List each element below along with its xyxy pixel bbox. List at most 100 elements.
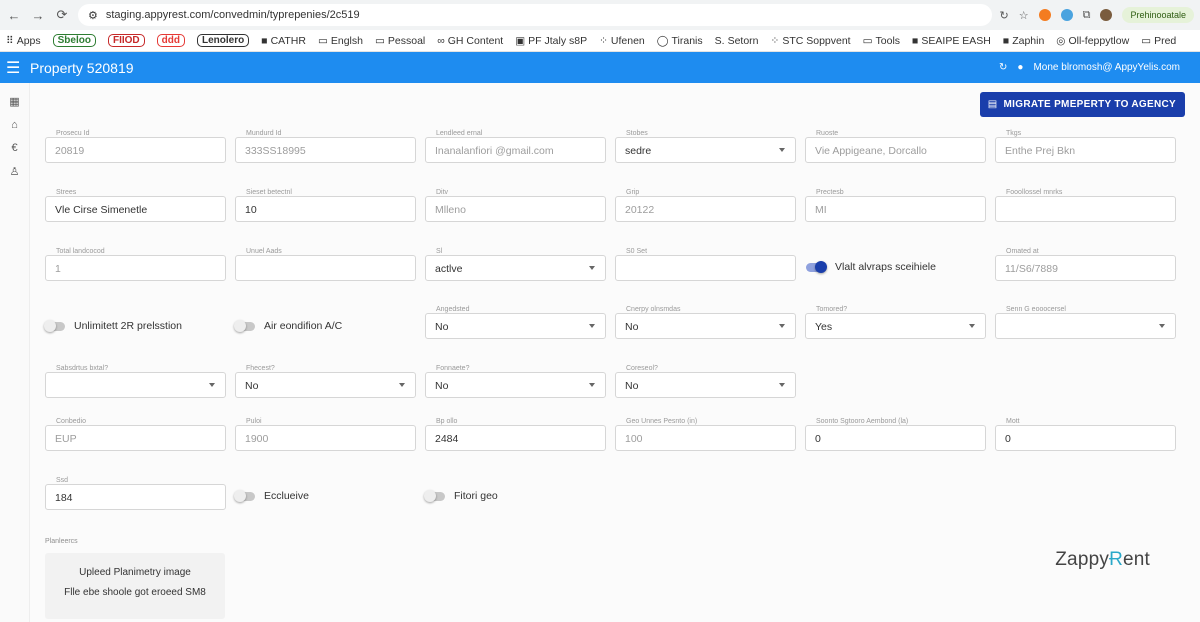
text-field[interactable]: Ditv Mlleno <box>425 189 606 222</box>
text-field[interactable]: Total landcocod 1 <box>45 248 226 281</box>
bookmark-item[interactable]: ▭ Pred <box>1141 35 1176 47</box>
bookmark-item[interactable]: Lenolero <box>196 34 250 47</box>
toggle-label: Unlimitett 2R prelsstion <box>74 320 182 332</box>
side-rail: ▦ ⌂ € ♙ <box>0 83 30 622</box>
toggle-switch[interactable]: Fitori geo <box>424 489 498 502</box>
refresh-icon[interactable]: ↻ <box>1000 9 1009 22</box>
bookmark-item[interactable]: ⠿ Apps <box>6 35 41 47</box>
puzzle-icon[interactable]: ⧉ <box>1083 9 1091 22</box>
text-field[interactable]: Tkgs Enthe Prej Bkn <box>995 130 1176 163</box>
bookmark-item[interactable]: ▭ Tools <box>863 35 900 47</box>
toggle-switch[interactable]: Ecclueive <box>234 489 309 502</box>
text-field[interactable]: Grip 20122 <box>615 189 796 222</box>
select-field[interactable]: Sabsdrtus bxtal? <box>45 365 226 398</box>
select-field[interactable]: Fonnaete? No <box>425 365 606 398</box>
select-field[interactable]: Cnerpy olnsmdas No <box>615 306 796 339</box>
extension-icon[interactable] <box>1060 9 1073 21</box>
toggle-label: Air eondifion A/C <box>264 320 343 332</box>
address-bar[interactable]: ⚙ staging.appyrest.com/convedmin/typrepe… <box>78 4 992 26</box>
star-icon[interactable]: ☆ <box>1019 9 1029 22</box>
bookmark-item[interactable]: Sbeloo <box>52 34 96 47</box>
text-field[interactable]: Strees Vle Cirse Simenetle <box>45 189 226 222</box>
bookmark-item[interactable]: ■ CATHR <box>261 35 306 47</box>
toggle-track[interactable] <box>44 319 65 332</box>
bookmark-label: SEAIPE EASH <box>921 34 991 47</box>
toggle-track[interactable] <box>234 489 255 502</box>
planimetry-upload[interactable]: Upleed Planimetry image Flle ebe shoole … <box>45 553 225 619</box>
text-field[interactable]: Sieset betectnl 10 <box>235 189 416 222</box>
toggle-switch[interactable]: Air eondifion A/C <box>234 319 343 332</box>
bookmark-label: Tiranis <box>671 34 703 47</box>
text-field[interactable]: Prectesb MI <box>805 189 986 222</box>
reload-icon[interactable]: ⟳ <box>54 7 70 23</box>
field-label: Ssd <box>54 477 71 484</box>
select-field[interactable]: Coreseol? No <box>615 365 796 398</box>
forward-icon[interactable]: → <box>30 8 46 23</box>
text-field[interactable]: Geo Unnes Pesnto (in) 100 <box>615 418 796 451</box>
calendar-icon[interactable]: ▦ <box>9 95 19 108</box>
home-icon[interactable]: ⌂ <box>11 119 18 131</box>
back-icon[interactable]: ← <box>6 8 22 23</box>
text-field[interactable]: Mundurd Id 333SS18995 <box>235 130 416 163</box>
text-field[interactable]: Puloi 1900 <box>235 418 416 451</box>
text-field[interactable]: Mott 0 <box>995 418 1176 451</box>
extension-icon[interactable] <box>1038 9 1051 21</box>
text-field[interactable]: Soonto Sgtooro Aembond (la) 0 <box>805 418 986 451</box>
field-label: Unuel Aads <box>244 248 284 255</box>
text-field[interactable]: Prosecu Id 20819 <box>45 130 226 163</box>
bookmark-item[interactable]: ∞ GH Content <box>437 35 503 47</box>
bookmark-item[interactable]: ■ Zaphin <box>1003 35 1044 47</box>
euro-icon[interactable]: € <box>11 142 17 154</box>
text-field[interactable]: Conbedio EUP <box>45 418 226 451</box>
text-field[interactable]: Bp ollo 2484 <box>425 418 606 451</box>
field-value: 1 <box>55 263 61 275</box>
field-value: MI <box>815 204 827 216</box>
site-info-icon[interactable]: ⚙ <box>88 9 98 22</box>
menu-icon[interactable]: ☰ <box>6 58 28 78</box>
bookmark-item[interactable]: ⁘ STC Soppvent <box>771 35 851 47</box>
bookmark-item[interactable]: ■ SEAIPE EASH <box>912 35 991 47</box>
bookmark-item[interactable]: ▭ Englsh <box>318 35 363 47</box>
profile-chip[interactable]: Prehinooatale <box>1122 7 1194 23</box>
select-field[interactable]: Tomored? Yes <box>805 306 986 339</box>
toggle-switch[interactable]: Vlalt alvraps sceihiele <box>806 260 936 273</box>
bookmark-item[interactable]: ◯ Tiranis <box>657 35 703 47</box>
user-email[interactable]: Mone blromosh@ AppyYelis.com <box>1033 62 1180 73</box>
select-field[interactable]: Sl actlve <box>425 248 606 281</box>
toggle-track[interactable] <box>424 489 445 502</box>
refresh-icon[interactable]: ↻ <box>999 62 1007 73</box>
text-field[interactable]: Ruoste Vie Appigeane, Dorcallo <box>805 130 986 163</box>
toggle-switch[interactable]: Unlimitett 2R prelsstion <box>44 319 182 332</box>
field-value: 20122 <box>625 204 655 216</box>
bookmark-item[interactable]: S. Setorn <box>715 35 759 47</box>
select-field[interactable]: Stobes sedre <box>615 130 796 163</box>
text-field[interactable]: Fooollossel mnrks <box>995 189 1176 222</box>
bookmark-item[interactable]: ⁘ Ufenen <box>599 35 645 47</box>
bookmark-item[interactable]: ▣ PF Jtaly s8P <box>515 35 587 47</box>
migrate-to-agency-button[interactable]: ▤ MIGRATE PMEPERTY TO AGENCY <box>979 92 1185 117</box>
select-field[interactable]: Senn G eooocersel <box>995 306 1176 339</box>
field-label: Total landcocod <box>54 248 107 255</box>
text-field[interactable]: Unuel Aads <box>235 248 416 281</box>
globe-icon: ◎ <box>1056 34 1066 47</box>
bookmark-item[interactable]: ddd <box>156 34 185 47</box>
text-field[interactable]: S0 Set <box>615 248 796 281</box>
bookmark-item[interactable]: ◎ Oll-feppytlow <box>1056 35 1129 47</box>
text-field[interactable]: Omated at 11/S6/7889 <box>995 248 1176 281</box>
field-label: Prectesb <box>814 189 846 196</box>
field-value: 1900 <box>245 433 269 445</box>
field-value: 0 <box>1005 433 1011 445</box>
select-field[interactable]: Fhecest? No <box>235 365 416 398</box>
bookmark-item[interactable]: ▭ Pessoal <box>375 35 425 47</box>
select-field[interactable]: Angedsted No <box>425 306 606 339</box>
avatar[interactable] <box>1100 9 1113 21</box>
bookmark-item[interactable]: FIIOD <box>107 34 145 47</box>
text-field[interactable]: Ssd 184 <box>45 477 226 510</box>
toggle-label: Fitori geo <box>454 490 498 502</box>
toggle-track[interactable] <box>234 319 255 332</box>
toggle-track[interactable] <box>806 260 827 273</box>
text-field[interactable]: Lendleed ernal Inanalanfiori @gmail.com <box>425 130 606 163</box>
person-icon[interactable]: ♙ <box>10 165 20 178</box>
field-value: Inanalanfiori @gmail.com <box>435 145 554 157</box>
field-label: Angedsted <box>434 306 472 313</box>
